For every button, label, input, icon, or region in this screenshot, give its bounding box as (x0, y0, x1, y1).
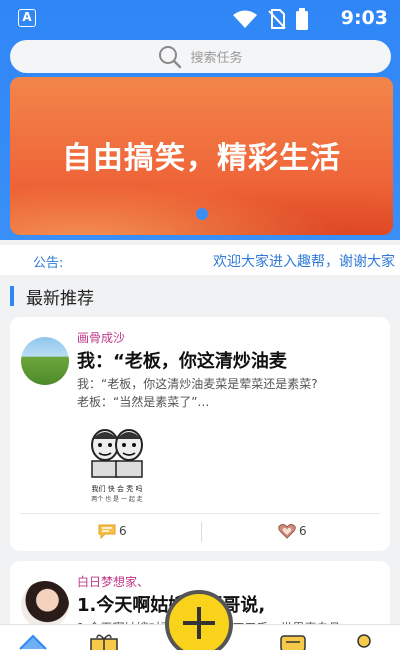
notice-label: 公告: (33, 256, 64, 271)
comment-icon (98, 524, 116, 539)
comment-count: 6 (119, 524, 127, 538)
home-icon[interactable] (18, 633, 48, 650)
clock: 9:03 (340, 7, 388, 29)
avatar[interactable] (21, 581, 69, 629)
message-icon[interactable] (280, 633, 306, 650)
search-input[interactable]: 搜索任务 (190, 47, 242, 66)
avatar[interactable] (21, 337, 69, 385)
add-icon (197, 607, 201, 639)
post-excerpt-line: 老板：“当然是素菜了”… (77, 395, 210, 409)
meme-caption: 我们 快 会 秃 吗 (91, 485, 143, 493)
like-button[interactable]: 6 (278, 523, 307, 539)
status-icons (232, 8, 308, 30)
carousel-indicator[interactable] (196, 208, 208, 220)
banner-text: 自由搞笑，精彩生活 (62, 141, 341, 176)
meme-caption: 两个 也 是 一 起 走 (91, 496, 143, 503)
like-count: 6 (299, 524, 307, 538)
post-author[interactable]: 画骨成沙 (77, 329, 125, 346)
wifi-icon (233, 10, 257, 28)
status-bar: A 9:03 (0, 0, 400, 36)
divider (201, 522, 202, 542)
search-bar[interactable]: 搜索任务 (10, 40, 391, 73)
search-icon (159, 45, 182, 68)
notice-bar[interactable]: 公告: 欢迎大家进入趣帮，谢谢大家 (0, 245, 400, 275)
section-title: 最新推荐 (26, 288, 94, 309)
banner-carousel[interactable]: 自由搞笑，精彩生活 (10, 77, 393, 235)
no-sim-icon (268, 9, 286, 29)
comment-button[interactable]: 6 (98, 523, 127, 539)
profile-icon[interactable] (354, 633, 374, 650)
post-card[interactable]: 画骨成沙 我：“老板，你这清炒油麦 我：“老板，你这清炒油麦菜是荤菜还是素菜? … (10, 317, 390, 551)
post-title[interactable]: 我：“老板，你这清炒油麦 (77, 347, 287, 373)
header: A 9:03 搜索任务 自由搞笑，精彩生活 (0, 0, 400, 240)
notice-text: 欢迎大家进入趣帮，谢谢大家 (213, 254, 395, 270)
post-excerpt-line: 我：“老板，你这清炒油麦菜是荤菜还是素菜? (77, 377, 318, 391)
add-button[interactable] (165, 590, 233, 650)
post-author[interactable]: 白日梦想家、 (77, 573, 149, 590)
meme-faces (91, 429, 143, 478)
section-accent-bar (10, 286, 14, 306)
post-image[interactable]: 我们 快 会 秃 吗 两个 也 是 一 起 走 (88, 427, 146, 503)
banner-background (10, 175, 393, 235)
section-header: 最新推荐 (10, 285, 94, 309)
app-a-icon: A (18, 9, 36, 27)
gift-icon[interactable] (89, 633, 119, 650)
divider (20, 513, 380, 514)
heart-icon (278, 524, 296, 539)
battery-icon (296, 8, 308, 30)
